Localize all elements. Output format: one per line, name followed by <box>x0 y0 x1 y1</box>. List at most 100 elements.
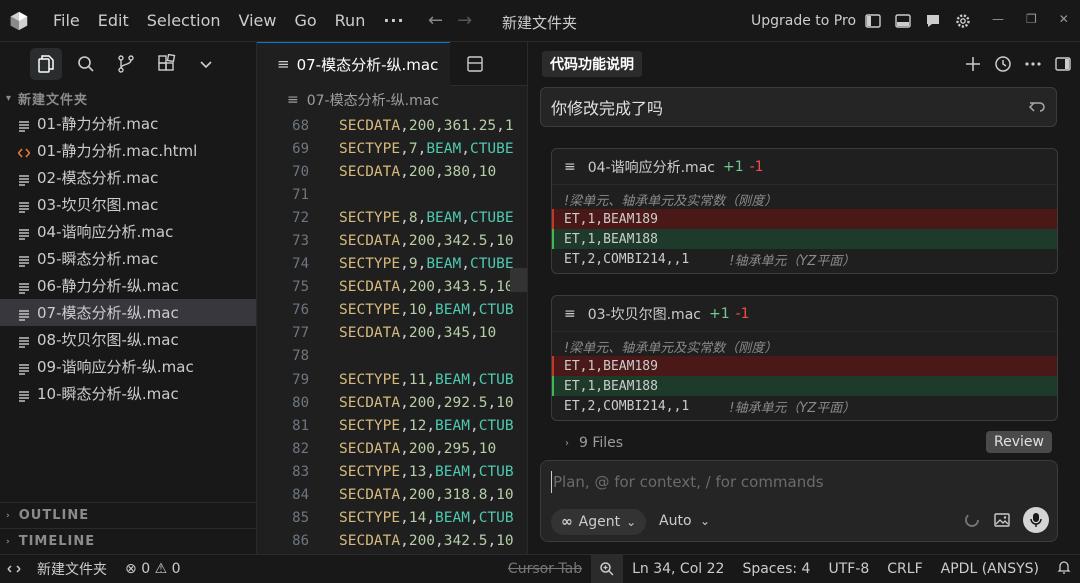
agent-mode-label: Agent <box>578 514 621 530</box>
code-line[interactable]: 82 SECDATA,200,295,10 <box>257 437 527 460</box>
code-line[interactable]: 73 SECDATA,200,342.5,10 <box>257 229 527 252</box>
source-control-icon[interactable] <box>116 54 136 74</box>
problems-indicator[interactable]: ⊗ 0 ⚠ 0 <box>116 561 190 577</box>
notifications-bell-icon[interactable] <box>1048 560 1080 578</box>
code-area[interactable]: 68 SECDATA,200,361.25,1 69 SECTYPE,7,BEAM,C… <box>257 114 527 552</box>
more-options-icon[interactable] <box>1024 55 1042 73</box>
editor-scrollbar-thumb[interactable] <box>510 268 527 292</box>
diff-header[interactable]: ≡ 04-谐响应分析.mac +1 -1 <box>552 149 1057 185</box>
toggle-sidebar-icon[interactable] <box>864 12 882 30</box>
code-line[interactable]: 79 SECTYPE,11,BEAM,CTUB <box>257 368 527 391</box>
file-item[interactable]: 04-谐响应分析.mac <box>0 218 256 245</box>
menu-file[interactable]: File <box>44 11 89 30</box>
forward-arrow-icon[interactable]: → <box>457 10 472 31</box>
code-line[interactable]: 86 SECDATA,200,342.5,10 <box>257 530 527 552</box>
file-encoding[interactable]: UTF-8 <box>819 561 878 577</box>
code-line[interactable]: 70 SECDATA,200,380,10 <box>257 160 527 183</box>
menu-run[interactable]: Run <box>326 11 375 30</box>
outline-section[interactable]: › OUTLINE <box>0 502 257 528</box>
window-title[interactable]: 新建文件夹 <box>502 12 577 33</box>
editor-tab-active[interactable]: ≡ 07-模态分析-纵.mac <box>257 41 451 86</box>
code-line[interactable]: 78 <box>257 345 527 368</box>
cursor-position[interactable]: Ln 34, Col 22 <box>623 561 733 577</box>
zoom-indicator[interactable] <box>591 554 624 583</box>
file-item[interactable]: 08-坎贝尔图-纵.mac <box>0 326 256 353</box>
code-line[interactable]: 80 SECDATA,200,292.5,10 <box>257 391 527 414</box>
user-message[interactable]: 你修改完成了吗 <box>540 87 1057 127</box>
changed-files-summary[interactable]: › 9 Files Review <box>551 428 1058 458</box>
list-icon <box>18 280 30 294</box>
menu-more[interactable]: ··· <box>374 11 413 30</box>
code-line[interactable]: 85 SECTYPE,14,BEAM,CTUB <box>257 507 527 530</box>
undo-arrow-icon[interactable] <box>1028 98 1046 116</box>
code-line[interactable]: 69 SECTYPE,7,BEAM,CTUBE <box>257 137 527 160</box>
menu-selection[interactable]: Selection <box>138 11 230 30</box>
menu-view[interactable]: View <box>230 11 286 30</box>
model-selector[interactable]: Auto ⌄ <box>659 513 710 529</box>
code-line[interactable]: 75 SECDATA,200,343.5,10 <box>257 276 527 299</box>
language-mode[interactable]: APDL (ANSYS) <box>932 561 1048 577</box>
microphone-icon <box>1030 513 1042 527</box>
code-line[interactable]: 72 SECTYPE,8,BEAM,CTUBE <box>257 206 527 229</box>
menu-go[interactable]: Go <box>285 11 325 30</box>
code-line[interactable]: 71 <box>257 183 527 206</box>
timeline-section[interactable]: › TIMELINE <box>0 528 257 554</box>
back-arrow-icon[interactable]: ← <box>428 10 443 31</box>
code-line[interactable]: 77 SECDATA,200,345,10 <box>257 322 527 345</box>
image-attach-icon[interactable] <box>993 511 1011 529</box>
file-item[interactable]: 05-瞬态分析.mac <box>0 245 256 272</box>
line-number: 75 <box>292 279 309 296</box>
menu-edit[interactable]: Edit <box>89 11 138 30</box>
upgrade-to-pro-link[interactable]: Upgrade to Pro <box>751 13 856 29</box>
review-button[interactable]: Review <box>986 431 1052 453</box>
code-line[interactable]: 68 SECDATA,200,361.25,1 <box>257 114 527 137</box>
chat-title-tab[interactable]: 代码功能说明 <box>542 51 642 77</box>
diff-removed-count: -1 <box>735 305 750 322</box>
diff-card-1[interactable]: ≡ 04-谐响应分析.mac +1 -1 !梁单元、轴承单元及实常数（刚度） E… <box>551 148 1058 274</box>
line-number: 72 <box>292 209 309 226</box>
list-icon: ≡ <box>287 92 299 108</box>
indentation[interactable]: Spaces: 4 <box>733 561 819 577</box>
file-item[interactable]: 03-坎贝尔图.mac <box>0 191 256 218</box>
file-item[interactable]: 09-谐响应分析-纵.mac <box>0 353 256 380</box>
chat-input[interactable] <box>551 471 1041 493</box>
code-line[interactable]: 74 SECTYPE,9,BEAM,CTUBE <box>257 253 527 276</box>
diff-comment-line: !梁单元、轴承单元及实常数（刚度） <box>564 193 778 209</box>
diff-header[interactable]: ≡ 03-坎贝尔图.mac +1 -1 <box>552 296 1057 332</box>
end-of-line[interactable]: CRLF <box>878 561 931 577</box>
restore-button[interactable]: ❐ <box>1026 12 1037 26</box>
minimize-button[interactable]: — <box>992 12 1004 26</box>
toggle-secondary-sidebar-icon[interactable] <box>1054 55 1072 73</box>
history-clock-icon[interactable] <box>994 55 1012 73</box>
close-button[interactable]: ✕ <box>1059 12 1069 26</box>
status-folder[interactable]: 新建文件夹 <box>28 559 116 579</box>
search-icon[interactable] <box>76 54 96 74</box>
file-item[interactable]: 01-静力分析.mac <box>0 110 256 137</box>
diff-body: !梁单元、轴承单元及实常数（刚度） ET,1,BEAM189 ET,1,BEAM… <box>552 185 1057 273</box>
code-line[interactable]: 81 SECTYPE,12,BEAM,CTUB <box>257 414 527 437</box>
extensions-icon[interactable] <box>156 54 176 74</box>
new-chat-plus-icon[interactable] <box>964 55 982 73</box>
file-item[interactable]: 02-模态分析.mac <box>0 164 256 191</box>
file-item[interactable]: 07-模态分析-纵.mac <box>0 299 256 326</box>
split-editor-icon[interactable] <box>466 55 484 73</box>
file-item[interactable]: 06-静力分析-纵.mac <box>0 272 256 299</box>
toggle-panel-icon[interactable] <box>894 12 912 30</box>
breadcrumb[interactable]: ≡ 07-模态分析-纵.mac <box>257 86 527 114</box>
folder-header[interactable]: ▾ 新建文件夹 <box>0 86 256 110</box>
file-item[interactable]: 10-瞬态分析-纵.mac <box>0 380 256 407</box>
agent-mode-selector[interactable]: ∞ Agent ⌄ <box>551 509 647 535</box>
microphone-button[interactable] <box>1023 507 1049 533</box>
code-line[interactable]: 76 SECTYPE,10,BEAM,CTUB <box>257 299 527 322</box>
code-line[interactable]: 83 SECTYPE,13,BEAM,CTUB <box>257 460 527 483</box>
file-item[interactable]: 01-静力分析.mac.html <box>0 137 256 164</box>
chat-icon[interactable] <box>924 12 942 30</box>
settings-gear-icon[interactable] <box>954 12 972 30</box>
diff-card-2[interactable]: ≡ 03-坎贝尔图.mac +1 -1 !梁单元、轴承单元及实常数（刚度） ET… <box>551 295 1058 421</box>
remote-indicator[interactable] <box>0 562 28 576</box>
list-icon: ≡ <box>277 55 290 73</box>
chevron-down-icon[interactable] <box>196 54 216 74</box>
explorer-files-icon[interactable] <box>36 54 56 74</box>
cursor-tab-toggle[interactable]: Cursor Tab <box>499 561 591 577</box>
code-line[interactable]: 84 SECDATA,200,318.8,10 <box>257 484 527 507</box>
